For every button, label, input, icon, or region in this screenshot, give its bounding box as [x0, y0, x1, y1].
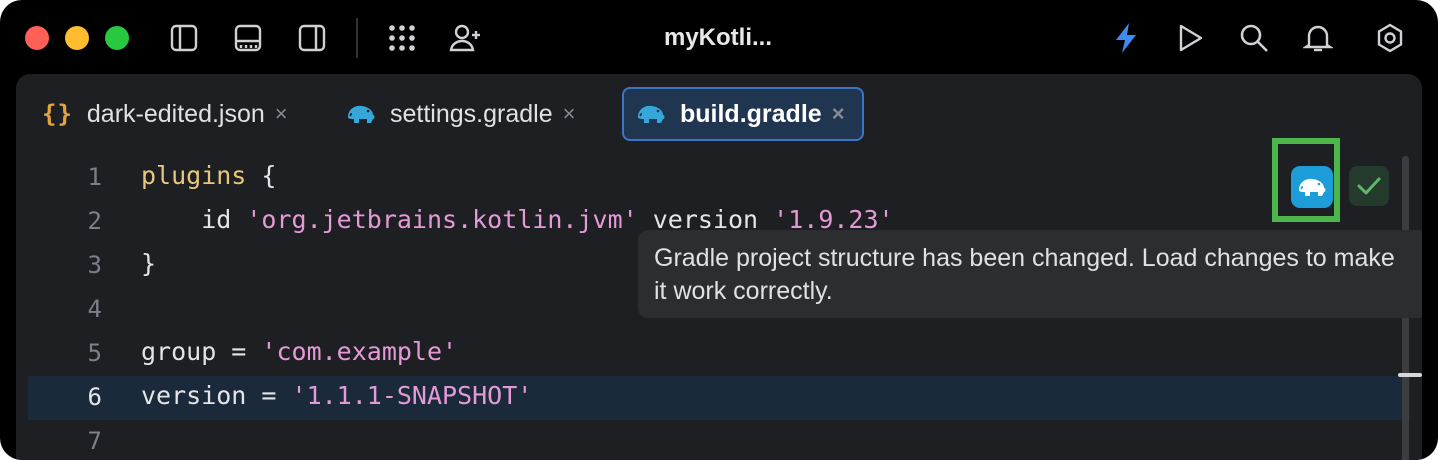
code-token: id — [141, 205, 247, 234]
tab-label: build.gradle — [680, 99, 822, 128]
code-line[interactable]: 5 group = 'com.example' — [28, 332, 1410, 376]
close-icon[interactable]: × — [832, 101, 845, 127]
line-source: group = 'com.example' — [141, 337, 457, 366]
settings-icon[interactable] — [1372, 20, 1408, 56]
load-gradle-changes-button[interactable] — [1291, 166, 1333, 208]
scrollbar-caret-marker — [1398, 373, 1422, 377]
line-source: version = '1.1.1-SNAPSHOT' — [141, 381, 532, 410]
editor-panel: {} dark-edited.json × settings.gradle × … — [16, 74, 1422, 460]
string-literal: 'com.example' — [261, 337, 458, 366]
bell-icon[interactable] — [1300, 20, 1336, 56]
close-window-button[interactable] — [25, 26, 49, 50]
sidebar-right-icon[interactable] — [294, 20, 330, 56]
code-token: } — [141, 249, 157, 278]
minimize-window-button[interactable] — [65, 26, 89, 50]
run-icon[interactable] — [1172, 20, 1208, 56]
line-number: 4 — [87, 295, 102, 323]
add-user-icon[interactable] — [448, 20, 484, 56]
apps-grid-icon[interactable] — [384, 20, 420, 56]
ide-window: myKotli... {} dark-edited.json × setting… — [0, 0, 1438, 460]
string-literal: 'org.jetbrains.kotlin.jvm' — [246, 205, 638, 234]
line-source: plugins { — [141, 161, 276, 190]
editor-tab-bar: {} dark-edited.json × settings.gradle × … — [16, 74, 1422, 154]
toolbar-separator — [356, 18, 358, 58]
window-title: myKotli... — [663, 24, 772, 51]
close-icon[interactable]: × — [275, 101, 288, 127]
code-token: { — [246, 161, 277, 190]
json-braces-icon: {} — [42, 100, 73, 128]
gradle-elephant-icon — [346, 103, 376, 125]
code-line[interactable]: 6 version = '1.1.1-SNAPSHOT' — [28, 376, 1410, 420]
bolt-icon[interactable] — [1108, 20, 1144, 56]
code-token: version = — [141, 381, 292, 410]
gradle-changes-tooltip: Gradle project structure has been change… — [638, 230, 1422, 318]
line-number: 7 — [87, 427, 102, 455]
search-icon[interactable] — [1236, 20, 1272, 56]
gradle-elephant-icon — [636, 103, 666, 125]
line-number: 3 — [87, 251, 102, 279]
tab-label: dark-edited.json — [86, 99, 265, 128]
inspection-ok-icon[interactable] — [1349, 166, 1389, 206]
keyword-token: plugins — [141, 161, 247, 190]
line-number: 2 — [87, 207, 102, 235]
panel-bottom-icon[interactable] — [230, 20, 266, 56]
line-number: 6 — [87, 383, 102, 411]
line-source: } — [141, 249, 156, 278]
sidebar-left-icon[interactable] — [166, 20, 202, 56]
code-line[interactable]: 7 — [28, 420, 1410, 460]
close-icon[interactable]: × — [563, 101, 576, 127]
string-literal: '1.1.1-SNAPSHOT' — [291, 381, 533, 410]
tab-settings-gradle[interactable]: settings.gradle × — [346, 87, 575, 141]
code-line[interactable]: 1 plugins { — [28, 156, 1410, 200]
tab-build-gradle[interactable]: build.gradle × — [622, 87, 864, 141]
code-token: group = — [141, 337, 262, 366]
line-number: 1 — [87, 163, 102, 191]
tab-label: settings.gradle — [390, 99, 553, 128]
line-number: 5 — [87, 339, 102, 367]
zoom-window-button[interactable] — [105, 26, 129, 50]
tab-dark-edited-json[interactable]: {} dark-edited.json × — [42, 87, 288, 141]
